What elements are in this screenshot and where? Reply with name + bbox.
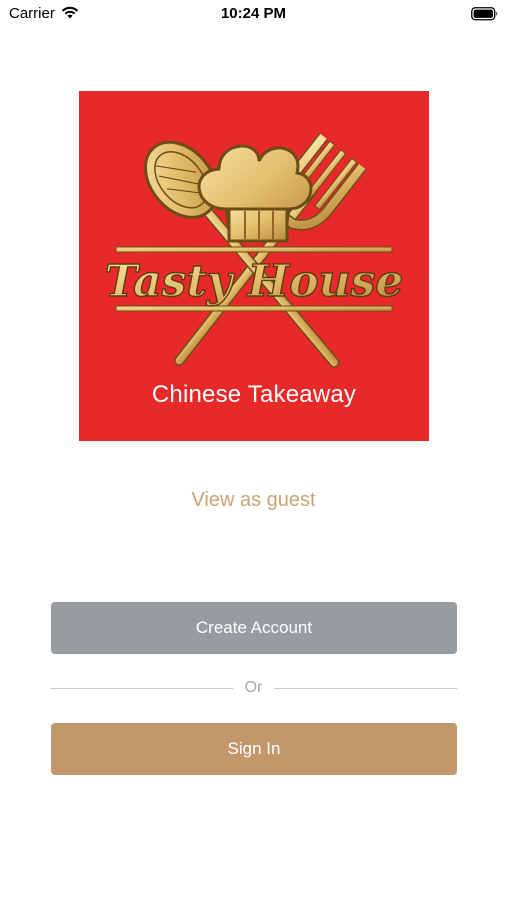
status-time: 10:24 PM <box>220 5 287 22</box>
sign-in-label: Sign In <box>227 739 281 758</box>
divider-right <box>274 688 457 689</box>
brand-logo: Tasty House Chinese Takeaway <box>79 91 429 441</box>
battery-icon <box>471 6 499 22</box>
sign-in-button[interactable]: Sign In <box>51 723 457 775</box>
create-account-label: Create Account <box>195 618 313 637</box>
status-bar: Carrier 10:24 PM <box>0 0 507 28</box>
view-as-guest-link[interactable]: View as guest <box>0 489 507 512</box>
create-account-button[interactable]: Create Account <box>51 602 457 654</box>
logo-subtitle: Chinese Takeaway <box>151 381 357 408</box>
logo-title: Tasty House <box>105 256 404 307</box>
